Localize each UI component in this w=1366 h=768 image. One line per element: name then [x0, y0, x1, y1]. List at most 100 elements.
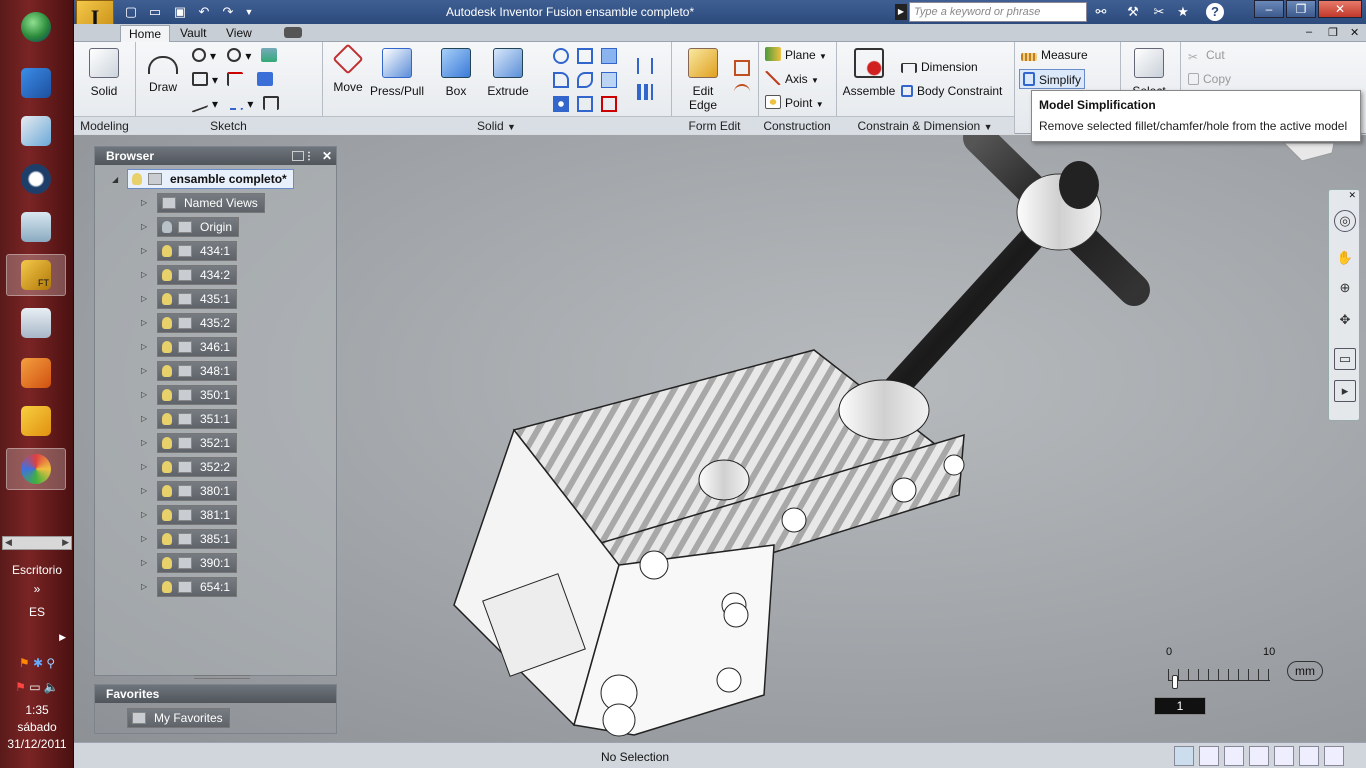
- expand-icon[interactable]: ▷: [141, 247, 149, 255]
- combine-icon[interactable]: [601, 48, 617, 64]
- sketch-tool-row-1[interactable]: ▾ ▾: [192, 46, 281, 66]
- maximize-button[interactable]: ❐: [1286, 0, 1316, 18]
- lightbulb-icon[interactable]: [132, 173, 142, 185]
- clamp-body[interactable]: [453, 349, 965, 737]
- tree-item-part[interactable]: 435:2: [157, 313, 238, 333]
- taskbar-app-teamspeak[interactable]: [6, 158, 66, 200]
- expand-icon[interactable]: ▷: [141, 511, 149, 519]
- lightbulb-icon[interactable]: [162, 557, 172, 569]
- plane-button[interactable]: Plane ▼: [765, 45, 827, 65]
- expand-icon[interactable]: ▷: [141, 559, 149, 567]
- grip-icon[interactable]: ⋮: [304, 148, 314, 166]
- bluetooth-icon[interactable]: ✱: [33, 656, 43, 670]
- tab-view[interactable]: View: [218, 25, 260, 42]
- tab-vault[interactable]: Vault: [172, 25, 214, 42]
- ribbon-mini-restore[interactable]: ❐: [1328, 26, 1338, 39]
- view-manager-icon[interactable]: ▸: [1334, 380, 1356, 402]
- close-icon[interactable]: ✕: [1348, 190, 1356, 201]
- taskbar-app-games[interactable]: [6, 400, 66, 442]
- expand-icon[interactable]: ▷: [141, 367, 149, 375]
- volume-icon[interactable]: 🔈: [44, 680, 59, 694]
- tweak-icon[interactable]: [734, 84, 750, 96]
- binoculars-icon[interactable]: ⚯: [1092, 3, 1110, 21]
- taskbar-app-counterstrike[interactable]: [6, 302, 66, 344]
- help-icon[interactable]: ?: [1206, 3, 1224, 21]
- scale-value-field[interactable]: 1: [1154, 697, 1206, 715]
- language-indicator[interactable]: ES: [0, 605, 74, 619]
- tree-item-origin[interactable]: Origin: [157, 217, 240, 237]
- tree-item-part[interactable]: 352:2: [157, 457, 238, 477]
- orbit-icon[interactable]: ✥: [1334, 310, 1356, 332]
- graphics-viewport[interactable]: Browser ⋮ ✕ ◢ ensamble completo* ▷ Named …: [74, 135, 1366, 742]
- close-icon[interactable]: ✕: [322, 147, 332, 165]
- shell-icon[interactable]: [577, 48, 593, 64]
- shading-icon[interactable]: [1299, 746, 1319, 766]
- measure-button[interactable]: Measure: [1021, 45, 1088, 65]
- scroll-right-icon[interactable]: ▶: [62, 537, 69, 548]
- collapse-icon[interactable]: ◢: [112, 176, 120, 184]
- tree-item-part[interactable]: 654:1: [157, 577, 238, 597]
- scale-slider-thumb[interactable]: [1172, 675, 1178, 689]
- fillet-solid-icon[interactable]: [553, 72, 569, 88]
- tree-root-assembly[interactable]: ensamble completo*: [127, 169, 294, 189]
- expand-icon[interactable]: ▷: [141, 319, 149, 327]
- taskbar-app-mediaplayer[interactable]: [6, 352, 66, 394]
- unit-button[interactable]: mm: [1287, 661, 1323, 681]
- taskbar-app-inventor[interactable]: FT: [6, 254, 66, 296]
- tree-item-part[interactable]: 351:1: [157, 409, 238, 429]
- taskbar-app-ie[interactable]: [6, 62, 66, 104]
- my-favorites-item[interactable]: My Favorites: [127, 708, 230, 728]
- expand-icon[interactable]: ▷: [141, 343, 149, 351]
- zoom-icon[interactable]: ⊕: [1334, 278, 1356, 300]
- desktop-toolbar-label[interactable]: Escritorio: [0, 563, 74, 577]
- select-mode-icon[interactable]: [1174, 746, 1194, 766]
- expand-icon[interactable]: ▷: [141, 391, 149, 399]
- group-constrain-dimension[interactable]: Constrain & Dimension ▼: [836, 116, 1014, 134]
- tree-item-part[interactable]: 350:1: [157, 385, 238, 405]
- tree-item-part[interactable]: 348:1: [157, 361, 238, 381]
- clock-day[interactable]: sábado: [0, 720, 74, 734]
- wrench-icon[interactable]: ⚒: [1124, 3, 1142, 21]
- expand-icon[interactable]: ▷: [141, 463, 149, 471]
- taskbar-app-paint[interactable]: [6, 448, 66, 490]
- sketch-tool-row-2[interactable]: ▾: [192, 70, 277, 90]
- copy-face-icon[interactable]: [734, 60, 750, 76]
- lightbulb-icon[interactable]: [162, 509, 172, 521]
- undo-icon[interactable]: ↶: [195, 3, 213, 21]
- cut-button[interactable]: ✂ Cut: [1188, 45, 1225, 65]
- chevron-down-icon[interactable]: »: [0, 582, 74, 596]
- lightbulb-icon[interactable]: [162, 269, 172, 281]
- panel-toggle-icon[interactable]: [284, 27, 302, 38]
- tree-item-part[interactable]: 381:1: [157, 505, 238, 525]
- action-center-icon[interactable]: ⚑: [15, 680, 26, 694]
- lightbulb-icon[interactable]: [162, 293, 172, 305]
- ribbon-mini-minimize[interactable]: –: [1306, 26, 1312, 38]
- expand-icon[interactable]: ▷: [141, 415, 149, 423]
- minimize-button[interactable]: –: [1254, 0, 1284, 18]
- hole-icon[interactable]: [553, 96, 569, 112]
- clock-date[interactable]: 31/12/2011: [0, 737, 74, 751]
- dimension-toggle-icon[interactable]: [1224, 746, 1244, 766]
- axis-button[interactable]: Axis ▼: [765, 69, 819, 89]
- lightbulb-icon[interactable]: [162, 413, 172, 425]
- dimension-button[interactable]: Dimension: [901, 57, 978, 77]
- lightbulb-icon[interactable]: [162, 365, 172, 377]
- expand-icon[interactable]: ▷: [141, 583, 149, 591]
- lightbulb-icon[interactable]: [162, 341, 172, 353]
- panel-splitter[interactable]: [194, 675, 250, 679]
- assemble-button[interactable]: Assemble: [842, 46, 896, 98]
- visual-style-icon[interactable]: [1324, 746, 1344, 766]
- lock-icon[interactable]: [1249, 746, 1269, 766]
- expand-icon[interactable]: ▷: [141, 295, 149, 303]
- group-solid[interactable]: Solid ▼: [322, 116, 671, 134]
- tree-item-part[interactable]: 380:1: [157, 481, 238, 501]
- start-button[interactable]: [6, 6, 66, 48]
- delete-face-icon[interactable]: [601, 96, 617, 112]
- expand-icon[interactable]: ▷: [141, 535, 149, 543]
- simplify-button[interactable]: Simplify: [1019, 69, 1086, 89]
- taskbar-scroll[interactable]: ◀ ▶: [2, 536, 72, 550]
- lightbulb-icon[interactable]: [162, 461, 172, 473]
- lightbulb-icon[interactable]: [162, 245, 172, 257]
- tree-item-part[interactable]: 434:1: [157, 241, 238, 261]
- lightbulb-icon[interactable]: [162, 581, 172, 593]
